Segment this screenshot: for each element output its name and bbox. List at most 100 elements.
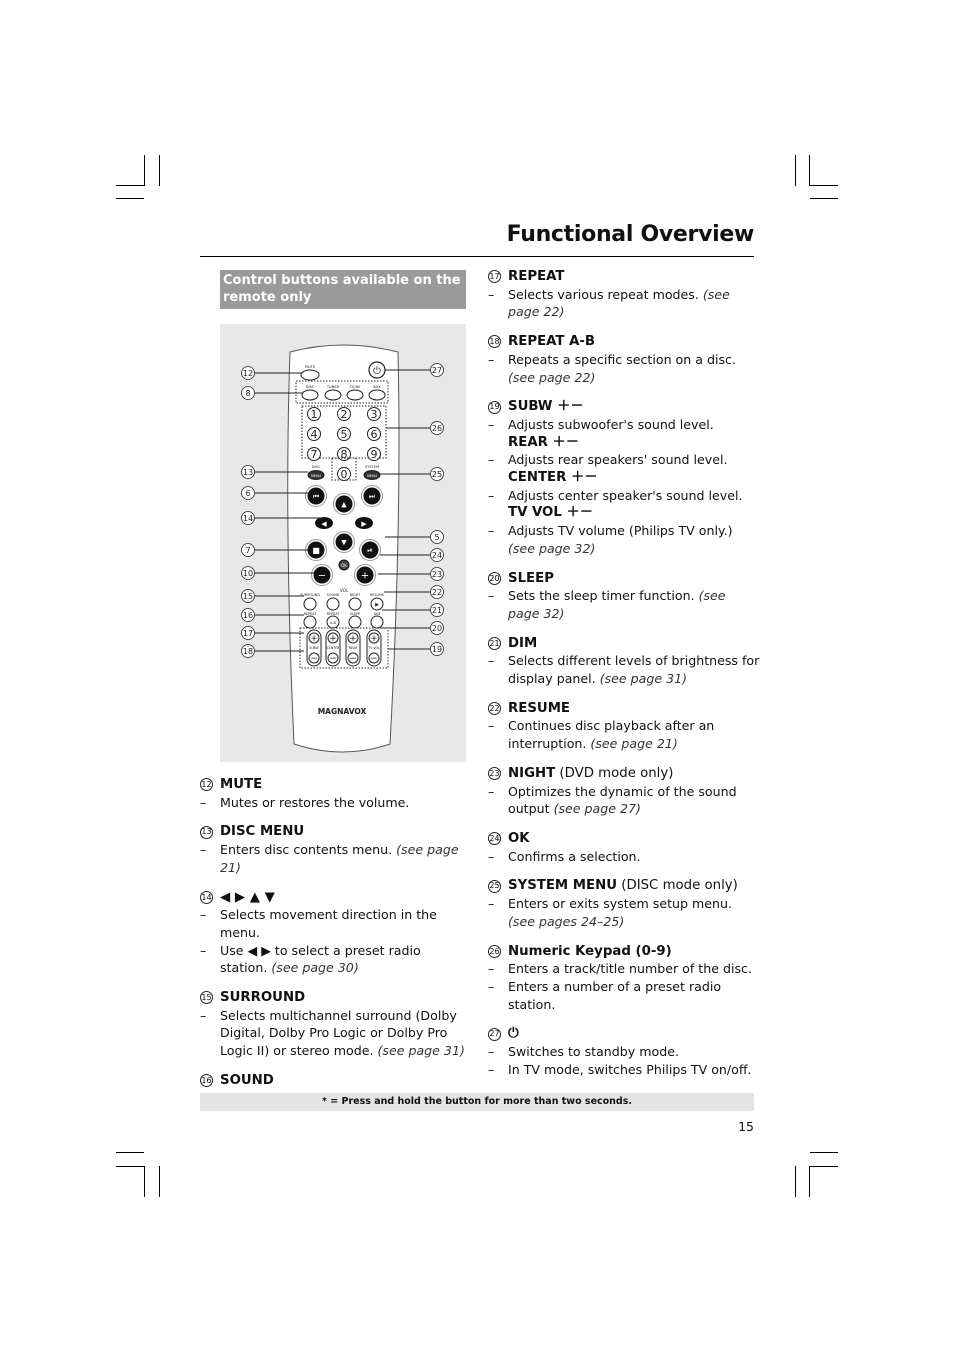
keypad-5-label: 5 (341, 428, 348, 441)
entry-heading: 14 ◀ ▶ ▲ ▼ (200, 889, 470, 907)
entry-label: RESUME (508, 700, 571, 716)
entry-label: REPEAT A-B (508, 334, 596, 350)
entry-line: – Selects multichannel surround (Dolby Di… (200, 1007, 470, 1060)
aux-source-button[interactable] (368, 389, 386, 401)
remote-control-figure: MUTE ⏻ DISC TUNER TV/AV AUX 1 2 3 4 5 6 7 8 9 0 DISC MENU… (220, 324, 466, 762)
center-minus-glyph: − (329, 654, 337, 664)
line-text: Repeats a specific section on a disc. (s… (508, 351, 736, 385)
tvav-source-button[interactable] (346, 389, 364, 401)
entry-label: SOUND (220, 1072, 274, 1088)
entry-line: – Optimizes the dynamic of the sound outp… (488, 783, 760, 818)
page-reference: (see page 22) (508, 286, 730, 320)
sleep-label: SLEEP (350, 612, 360, 616)
repeat-label: REPEAT (304, 612, 318, 616)
entry-heading: 24 OK (488, 830, 760, 848)
keypad-3-label: 3 (371, 408, 378, 421)
sub-entry-label: TV VOL ＋－ (508, 505, 594, 521)
keypad-1-label: 1 (311, 408, 318, 421)
entry-14: 14 ◀ ▶ ▲ ▼ – Selects movement direction in … (200, 889, 470, 978)
right-callout-23-number: 23 (432, 570, 442, 579)
bullet-dash: – (488, 416, 495, 432)
right-callout-21-number: 21 (432, 606, 442, 615)
entry-label: MUTE (220, 777, 263, 792)
page-reference: (see page 21) (220, 842, 459, 875)
bullet-dash: – (488, 286, 495, 302)
entry-25: 25 SYSTEM MENU (DISC mode only) – Enters or… (488, 877, 760, 930)
night-button[interactable] (348, 597, 362, 611)
line-text: Enters a track/title number of the disc. (508, 961, 752, 977)
bullet-dash: – (488, 588, 495, 604)
bullet-dash: – (488, 653, 495, 669)
line-text: Optimizes the dynamic of the sound outpu… (508, 783, 737, 817)
resume-label: RESUME (370, 593, 384, 597)
callout-number: 15 (200, 991, 213, 1005)
page-number: 15 (738, 1119, 754, 1134)
keypad-9-label: 9 (371, 448, 378, 461)
disc-menu-top-label: DISC (312, 465, 321, 469)
bullet-dash: – (488, 978, 495, 994)
entry-line: – Switches to standby mode. (488, 1043, 760, 1061)
up-button-glyph: ▲ (341, 501, 347, 509)
brand-logo: MAGNAVOX (318, 707, 367, 716)
surround-button[interactable] (303, 597, 317, 611)
entry-heading: 21 DIM (488, 635, 760, 653)
entry-12: 12 MUTE – Mutes or restores the volume. (200, 776, 470, 811)
entry-heading: 16 SOUND (200, 1072, 470, 1090)
left-callout-12-number: 12 (243, 369, 253, 378)
entry-label: ◀ ▶ ▲ ▼ (220, 889, 275, 905)
entry-21: 21 DIM – Selects different levels of bright… (488, 635, 760, 688)
bullet-dash: – (488, 961, 495, 977)
left-callout-15-number: 15 (243, 592, 253, 601)
page-reference: (see page 27) (553, 801, 641, 817)
repeat-ab-label: REPEAT (327, 612, 341, 616)
bullet-dash: – (488, 452, 495, 468)
rear-minus-glyph: − (349, 654, 357, 664)
tuner-label: TUNER (326, 385, 340, 389)
entry-label: SYSTEM MENU (DISC mode only) (508, 878, 738, 894)
keypad-0-label: 0 (341, 468, 348, 481)
rear-label: REAR (349, 646, 358, 650)
line-text: Continues disc playback after an interru… (508, 718, 715, 752)
right-callout-26-number: 26 (432, 424, 442, 433)
entry-heading: 20 SLEEP (488, 570, 760, 588)
page-title: Functional Overview (506, 222, 755, 247)
right-callout-20-number: 20 (432, 624, 442, 633)
entry-line: – Confirms a selection. (488, 848, 760, 866)
previous-button-glyph: ⏮ (313, 493, 319, 501)
right-callout-27-number: 27 (432, 366, 442, 375)
sound-button[interactable] (326, 597, 340, 611)
disc-source-button[interactable] (301, 389, 319, 401)
entry-line: – Sets the sleep timer function. (see pag… (488, 587, 760, 622)
stop-button-glyph: ■ (312, 546, 320, 555)
tvvol-label: TV VOL (367, 646, 380, 650)
sleep-button[interactable] (348, 615, 362, 629)
line-text: Enters disc contents menu. (see page 21) (220, 842, 459, 875)
left-callout-16-number: 16 (243, 611, 253, 620)
sub-entry-label: REAR ＋－ (508, 434, 580, 450)
right-callout-5-number: 5 (434, 533, 439, 542)
entry-line: – Mutes or restores the volume. (200, 794, 470, 812)
entry-qualifier: (DVD mode only) (555, 765, 674, 781)
line-text: Mutes or restores the volume. (220, 794, 410, 810)
entry-line: – Selects movement direction in the menu. (200, 906, 470, 941)
disc-menu-label: MENU (311, 474, 322, 478)
title-rule (200, 256, 754, 257)
repeat-button[interactable] (303, 615, 317, 629)
callout-number: 21 (488, 637, 501, 650)
bullet-dash: – (200, 942, 207, 958)
tuner-source-button[interactable] (324, 389, 342, 401)
bullet-dash: – (488, 1044, 495, 1060)
sound-label: SOUND (327, 593, 340, 597)
center-label: CENTER (327, 646, 341, 650)
page-reference: (see page 31) (599, 671, 688, 687)
dim-button[interactable] (370, 615, 384, 629)
keypad-4-label: 4 (311, 428, 318, 441)
callout-number: 27 (488, 1027, 501, 1041)
repeat-ab-glyph: A-B (330, 621, 337, 625)
page-reference: (see page 22) (508, 369, 596, 385)
mute-button[interactable] (300, 369, 320, 381)
line-text: Sets the sleep timer function. (see page… (508, 588, 726, 621)
keypad-8-label: 8 (341, 448, 348, 461)
left-callout-17-number: 17 (243, 629, 253, 638)
entry-heading: 22 RESUME (488, 700, 760, 718)
